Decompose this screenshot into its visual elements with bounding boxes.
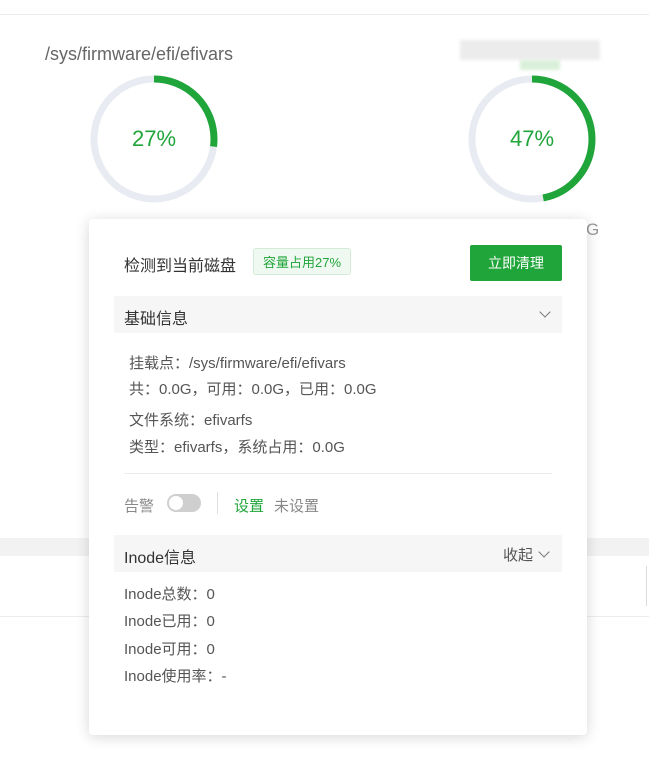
gauge-percent: 47% [509, 126, 555, 151]
clean-now-button[interactable]: 立即清理 [470, 245, 562, 281]
basic-info-header[interactable]: 基础信息 [114, 296, 562, 333]
disk-totals: 共：0.0G，可用：0.0G，已用：0.0G [129, 381, 377, 398]
inode-usage-rate: Inode使用率：- [124, 668, 227, 685]
blurred-disk-sublabel [520, 60, 560, 70]
inode-info-title: Inode信息 [124, 550, 197, 567]
alert-label: 告警 [124, 498, 155, 515]
popup-title: 检测到当前磁盘 [124, 258, 237, 275]
disk-path-label: /sys/firmware/efi/efivars [45, 44, 234, 64]
disk-usage-gauge[interactable]: 27% [88, 73, 220, 205]
disk-usage-gauge[interactable]: 47% [466, 73, 598, 205]
inode-available: Inode可用：0 [124, 641, 215, 658]
inode-used: Inode已用：0 [124, 613, 215, 630]
alert-status: 未设置 [274, 498, 320, 515]
mount-point: 挂载点：/sys/firmware/efi/efivars [129, 355, 346, 372]
basic-info-title: 基础信息 [124, 311, 189, 328]
vertical-separator [217, 492, 218, 514]
blurred-disk-label [460, 40, 600, 60]
divider [124, 473, 552, 474]
usage-badge: 容量占用27% [253, 248, 352, 275]
disk-size-fragment: G [586, 220, 600, 239]
toggle-knob [169, 496, 183, 510]
collapse-label: 收起 [503, 547, 534, 564]
inode-info-header: Inode信息 [114, 535, 562, 572]
filesystem: 文件系统：efivarfs [129, 412, 253, 429]
top-divider [0, 14, 649, 15]
alert-setting-link[interactable]: 设置 [234, 495, 264, 516]
collapse-button[interactable]: 收起 [503, 544, 533, 565]
gauge-percent: 27% [131, 126, 177, 151]
chevron-down-icon[interactable] [539, 306, 551, 318]
disk-detail-popover: 检测到当前磁盘 容量占用27% 立即清理 基础信息 挂载点：/sys/firmw… [89, 219, 587, 735]
inode-total: Inode总数：0 [124, 586, 215, 603]
alert-toggle[interactable] [167, 494, 201, 512]
fs-type: 类型：efivarfs，系统占用：0.0G [129, 439, 345, 456]
